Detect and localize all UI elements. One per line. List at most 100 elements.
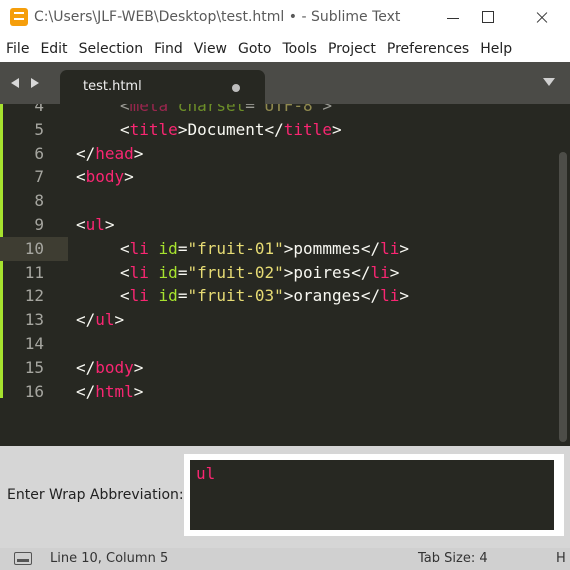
code-line[interactable]: 9 <ul> <box>0 213 558 237</box>
code-token: id <box>148 262 178 282</box>
wrap-abbreviation-label: Enter Wrap Abbreviation: <box>7 487 184 503</box>
code-token: "UTF-8" <box>254 104 323 115</box>
code-token: = <box>245 104 255 115</box>
panel-toggle-icon[interactable] <box>14 552 32 565</box>
tab-label: test.html <box>83 79 142 94</box>
code-editor[interactable]: 4 <meta charset="UTF-8"> 5 <title>Document<… <box>0 104 570 446</box>
unsaved-dot-icon[interactable] <box>232 84 240 92</box>
wrap-abbreviation-input-frame: ul <box>184 454 564 536</box>
code-token: > <box>124 167 134 187</box>
code-line[interactable]: 4 <meta charset="UTF-8"> <box>0 104 558 118</box>
chevron-down-icon[interactable] <box>543 78 555 86</box>
menu-selection[interactable]: Selection <box>74 41 149 57</box>
code-token: li <box>129 238 149 258</box>
code-line[interactable]: 8 <box>0 189 558 213</box>
code-line[interactable]: 5 <title>Document</title> <box>0 118 558 142</box>
menu-bar: File Edit Selection Find View Goto Tools… <box>0 36 570 62</box>
tab-navigation <box>11 75 41 91</box>
code-text: </body> <box>76 356 143 380</box>
menu-goto[interactable]: Goto <box>233 41 276 57</box>
vertical-scrollbar-thumb[interactable] <box>559 152 567 442</box>
arrow-right-icon[interactable] <box>31 78 39 88</box>
status-bar: Line 10, Column 5 Tab Size: 4 H <box>0 548 570 570</box>
close-button[interactable] <box>518 0 564 36</box>
code-line[interactable]: 7 <body> <box>0 165 558 189</box>
menu-view[interactable]: View <box>189 41 232 57</box>
line-number: 8 <box>34 191 44 211</box>
menu-edit[interactable]: Edit <box>35 41 72 57</box>
code-token: < <box>120 262 130 282</box>
tab-size-indicator[interactable]: Tab Size: 4 <box>418 551 488 566</box>
code-token: > <box>399 238 410 258</box>
code-token: "fruit-03" <box>187 286 284 306</box>
code-token: li <box>129 286 149 306</box>
code-token: = <box>177 238 188 258</box>
arrow-left-icon[interactable] <box>11 78 19 88</box>
code-token: head <box>95 143 134 163</box>
code-line[interactable]: 15 </body> <box>0 356 558 380</box>
code-token: meta <box>129 104 169 115</box>
menu-file[interactable]: File <box>1 41 34 57</box>
code-token: > <box>399 286 410 306</box>
code-token: >Document</ <box>177 119 284 139</box>
code-token: = <box>177 286 188 306</box>
code-token: > <box>133 381 144 401</box>
wrap-abbreviation-panel: Enter Wrap Abbreviation: ul <box>0 446 570 548</box>
code-token: > <box>114 310 125 330</box>
code-token: > <box>104 215 115 234</box>
code-token: > <box>133 143 144 163</box>
code-token: > <box>389 262 400 282</box>
menu-help[interactable]: Help <box>475 41 517 57</box>
window-title: C:\Users\JLF-WEB\Desktop\test.html • - S… <box>34 9 401 25</box>
code-token: html <box>95 381 134 401</box>
code-token: < <box>120 286 130 306</box>
code-line[interactable]: 16 </html> <box>0 380 558 404</box>
code-line[interactable]: 10 <li id="fruit-01">pommmes</li> <box>0 236 558 261</box>
line-number: 7 <box>34 167 44 187</box>
maximize-button[interactable] <box>468 0 514 36</box>
wrap-abbreviation-input[interactable]: ul <box>190 460 554 530</box>
tab-bar: test.html <box>0 62 570 104</box>
code-line[interactable]: 13 </ul> <box>0 308 558 332</box>
code-text: </head> <box>76 142 143 166</box>
code-text: <li id="fruit-02">poires</li> <box>76 261 399 285</box>
code-text: <meta charset="UTF-8"> <box>76 104 332 118</box>
code-line[interactable]: 14 <box>0 332 558 356</box>
code-token: < <box>76 215 86 234</box>
menu-preferences[interactable]: Preferences <box>382 41 474 57</box>
code-token: li <box>370 262 390 282</box>
line-number: 16 <box>24 381 44 401</box>
code-token: "fruit-01" <box>187 238 284 258</box>
code-token: li <box>380 286 400 306</box>
tab-test-html[interactable]: test.html <box>60 70 265 104</box>
sublime-text-icon <box>10 8 28 26</box>
code-token: li <box>380 238 400 258</box>
menu-tools[interactable]: Tools <box>277 41 322 57</box>
code-token: = <box>177 262 188 282</box>
code-line[interactable]: 12 <li id="fruit-03">oranges</li> <box>0 284 558 308</box>
code-token: < <box>76 167 86 187</box>
code-token: "fruit-02" <box>187 262 284 282</box>
line-number: 14 <box>24 334 44 353</box>
line-number: 13 <box>24 310 44 330</box>
line-number: 15 <box>24 357 44 377</box>
code-token: li <box>129 262 149 282</box>
line-number: 4 <box>34 104 44 115</box>
code-token: >oranges</ <box>283 286 381 306</box>
line-number: 12 <box>24 286 44 306</box>
code-token: ul <box>95 310 115 330</box>
code-token: > <box>322 104 332 115</box>
wrap-abbreviation-value: ul <box>196 464 216 483</box>
menu-find[interactable]: Find <box>149 41 188 57</box>
code-token: </ <box>76 143 96 163</box>
code-token: >pommmes</ <box>283 238 381 258</box>
code-line[interactable]: 6 </head> <box>0 142 558 166</box>
code-token: < <box>120 119 130 139</box>
code-token: >poires</ <box>283 262 371 282</box>
menu-project[interactable]: Project <box>323 41 381 57</box>
line-number: 10 <box>24 238 44 258</box>
syntax-indicator[interactable]: H <box>556 551 566 566</box>
code-text: <li id="fruit-01">pommmes</li> <box>76 237 409 261</box>
code-line[interactable]: 11 <li id="fruit-02">poires</li> <box>0 261 558 285</box>
code-text: <body> <box>76 165 134 189</box>
